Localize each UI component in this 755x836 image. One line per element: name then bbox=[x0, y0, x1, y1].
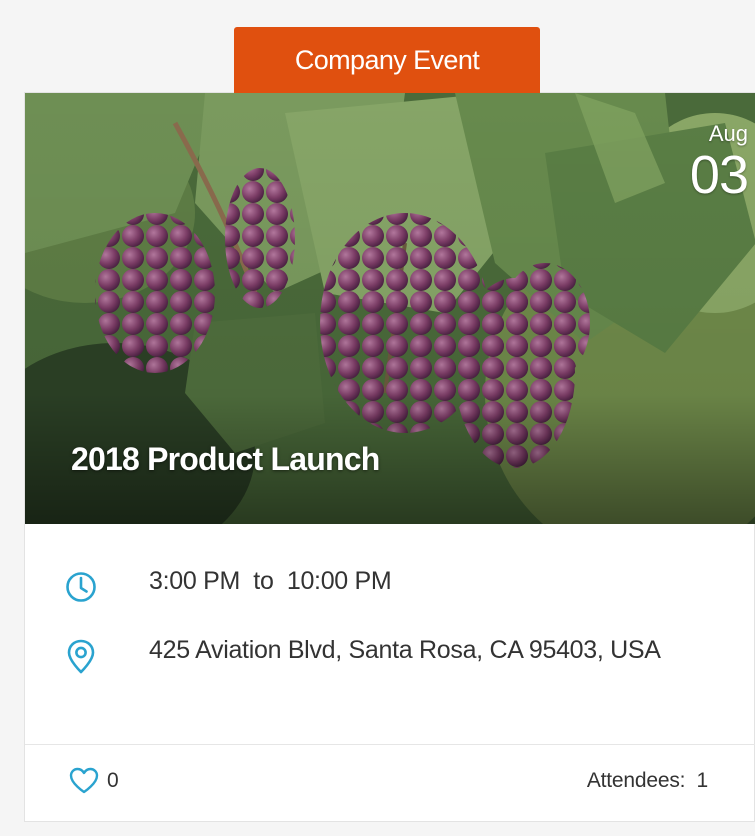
event-category-tag: Company Event bbox=[234, 27, 540, 93]
event-card-footer: 0 Attendees: 1 bbox=[25, 745, 755, 823]
event-location-row: 425 Aviation Blvd, Santa Rosa, CA 95403,… bbox=[65, 638, 749, 674]
clock-icon bbox=[66, 572, 96, 602]
like-count: 0 bbox=[107, 768, 119, 792]
attendees-count[interactable]: Attendees: 1 bbox=[587, 769, 708, 793]
event-card[interactable]: Aug 03 2018 Product Launch 3:00 PM to 10… bbox=[24, 92, 755, 822]
like-button[interactable]: 0 bbox=[69, 767, 119, 794]
heart-outline-icon[interactable] bbox=[69, 767, 99, 794]
event-details: 3:00 PM to 10:00 PM 425 Aviation Blvd, S… bbox=[25, 524, 755, 745]
event-date-day: 03 bbox=[689, 145, 749, 205]
event-title[interactable]: 2018 Product Launch bbox=[71, 441, 380, 478]
event-time: 3:00 PM to 10:00 PM bbox=[149, 567, 392, 595]
event-date-month: Aug bbox=[708, 121, 748, 146]
event-photo[interactable]: Aug 03 2018 Product Launch bbox=[25, 93, 755, 524]
event-date: Aug 03 bbox=[689, 121, 749, 205]
event-location[interactable]: 425 Aviation Blvd, Santa Rosa, CA 95403,… bbox=[149, 638, 749, 663]
map-pin-icon bbox=[67, 639, 95, 674]
event-time-row: 3:00 PM to 10:00 PM bbox=[65, 567, 392, 605]
